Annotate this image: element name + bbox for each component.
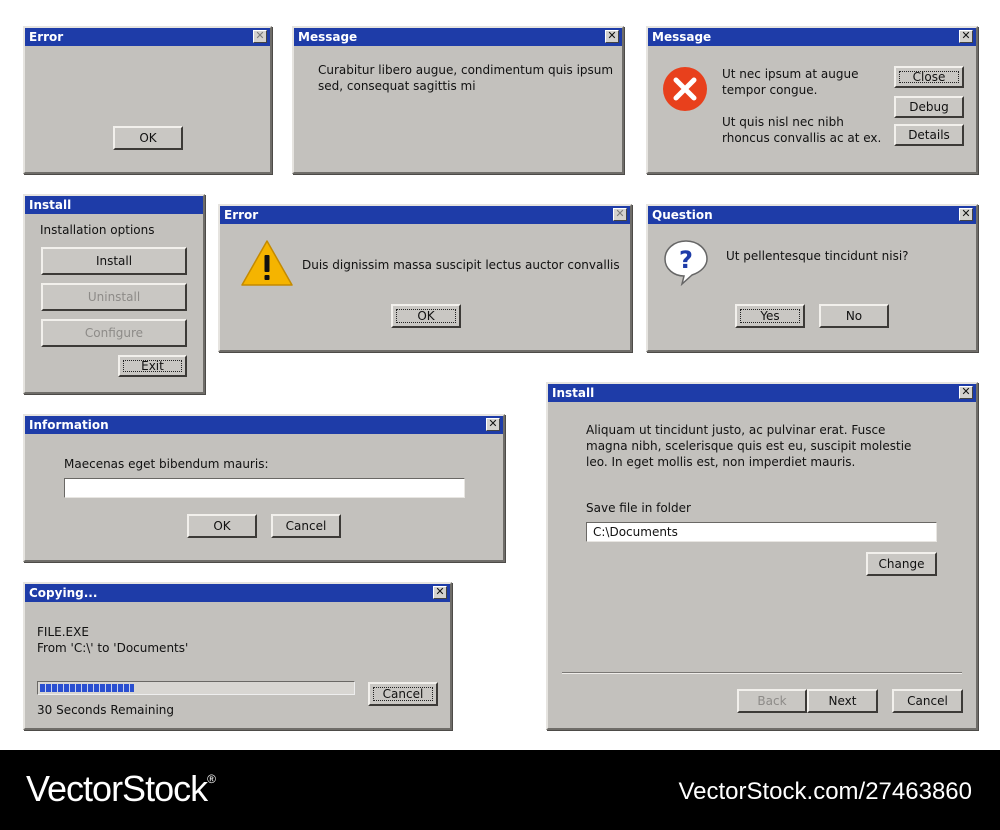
exit-button[interactable]: Exit: [118, 355, 187, 377]
information-dialog: Information ✕ Maecenas eget bibendum mau…: [23, 414, 505, 562]
question-dialog: Question ✕ ? Ut pellentesque tincidunt n…: [646, 204, 978, 352]
dialog-title: Question: [652, 208, 713, 222]
watermark-logo: VectorStock®: [26, 768, 216, 810]
next-button[interactable]: Next: [807, 689, 878, 713]
error-x-icon: [663, 67, 707, 111]
close-icon[interactable]: ✕: [605, 30, 619, 43]
install-button[interactable]: Install: [41, 247, 187, 275]
copying-dialog: Copying... ✕ FILE.EXE From 'C:\' to 'Doc…: [23, 582, 452, 730]
watermark-id: VectorStock.com/27463860: [678, 778, 972, 805]
message-dialog-error: Message ✕ Ut nec ipsum at augue tempor c…: [646, 26, 978, 174]
close-button[interactable]: Close: [894, 66, 964, 88]
separator: [562, 672, 962, 674]
close-icon[interactable]: ✕: [959, 30, 973, 43]
title-bar[interactable]: Install ✕: [548, 384, 976, 402]
uninstall-button[interactable]: Uninstall: [41, 283, 187, 311]
error-warning-dialog: Error ✕ Duis dignissim massa suscipit le…: [218, 204, 632, 352]
install-options-dialog: Install Installation options Install Uni…: [23, 194, 205, 394]
dialog-title: Copying...: [29, 586, 98, 600]
change-button[interactable]: Change: [866, 552, 937, 576]
ok-button[interactable]: OK: [391, 304, 461, 328]
copy-source-destination: From 'C:\' to 'Documents': [37, 641, 189, 655]
title-bar[interactable]: Information ✕: [25, 416, 503, 434]
title-bar[interactable]: Question ✕: [648, 206, 976, 224]
close-icon[interactable]: ✕: [486, 418, 500, 431]
progress-fill: [40, 684, 134, 692]
cancel-button[interactable]: Cancel: [892, 689, 963, 713]
no-button[interactable]: No: [819, 304, 889, 328]
dialog-title: Error: [224, 208, 259, 222]
question-text: Ut pellentesque tincidunt nisi?: [726, 249, 909, 263]
question-icon: ?: [664, 240, 708, 286]
cancel-button[interactable]: Cancel: [368, 682, 438, 706]
dialog-title: Install: [29, 198, 72, 212]
title-bar[interactable]: Install: [25, 196, 203, 214]
folder-path-input[interactable]: C:\Documents: [586, 522, 937, 542]
title-bar[interactable]: Error ✕: [25, 28, 270, 46]
ok-button[interactable]: OK: [187, 514, 257, 538]
debug-button[interactable]: Debug: [894, 96, 964, 118]
close-icon[interactable]: ✕: [613, 208, 627, 221]
dialog-title: Message: [298, 30, 358, 44]
dialog-title: Information: [29, 418, 109, 432]
install-wizard-dialog: Install ✕ Aliquam ut tincidunt justo, ac…: [546, 382, 978, 730]
installation-options-label: Installation options: [40, 223, 155, 237]
warning-icon: [241, 240, 293, 286]
dialog-title: Error: [29, 30, 64, 44]
time-remaining: 30 Seconds Remaining: [37, 703, 175, 717]
prompt-label: Maecenas eget bibendum mauris:: [64, 457, 269, 471]
title-bar[interactable]: Error ✕: [220, 206, 630, 224]
trademark-symbol: ®: [207, 772, 216, 786]
progress-bar: [37, 681, 355, 695]
dialog-title: Message: [652, 30, 712, 44]
error-dialog-empty: Error ✕ OK: [23, 26, 272, 174]
message-text-2: Ut quis nisl nec nibh rhoncus convallis …: [722, 115, 882, 145]
message-text-1: Ut nec ipsum at augue tempor congue.: [722, 67, 859, 97]
cancel-button[interactable]: Cancel: [271, 514, 341, 538]
dialog-title: Install: [552, 386, 595, 400]
ok-button[interactable]: OK: [113, 126, 183, 150]
title-bar[interactable]: Copying... ✕: [25, 584, 450, 602]
close-icon[interactable]: ✕: [959, 386, 973, 399]
close-icon[interactable]: ✕: [253, 30, 267, 43]
back-button[interactable]: Back: [737, 689, 807, 713]
close-icon[interactable]: ✕: [959, 208, 973, 221]
details-button[interactable]: Details: [894, 124, 964, 146]
wizard-description: Aliquam ut tincidunt justo, ac pulvinar …: [586, 423, 912, 469]
title-bar[interactable]: Message ✕: [294, 28, 622, 46]
watermark-banner: VectorStock® VectorStock.com/27463860: [0, 750, 1000, 830]
svg-text:?: ?: [679, 246, 693, 274]
file-name: FILE.EXE: [37, 625, 89, 639]
message-dialog: Message ✕ Curabitur libero augue, condim…: [292, 26, 624, 174]
folder-label: Save file in folder: [586, 501, 691, 515]
configure-button[interactable]: Configure: [41, 319, 187, 347]
watermark-brand: VectorStock: [26, 768, 208, 809]
yes-button[interactable]: Yes: [735, 304, 805, 328]
close-icon[interactable]: ✕: [433, 586, 447, 599]
error-text: Duis dignissim massa suscipit lectus auc…: [302, 258, 620, 272]
title-bar[interactable]: Message ✕: [648, 28, 976, 46]
message-text: Curabitur libero augue, condimentum quis…: [318, 63, 614, 93]
text-input[interactable]: [64, 478, 465, 498]
